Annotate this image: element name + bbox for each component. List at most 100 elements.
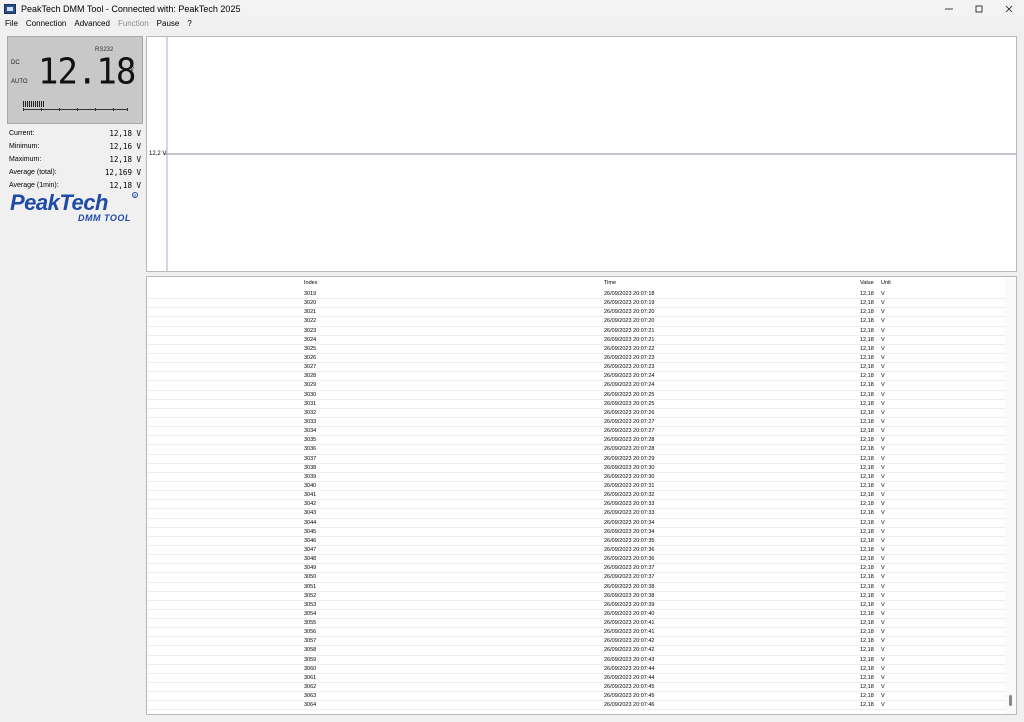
logo-sub-text: DMM TOOL	[78, 213, 131, 223]
cell-unit: V	[881, 629, 885, 636]
table-row[interactable]: 3060 26/09/2023 20:07:44 12,18 V	[147, 665, 1007, 674]
table-row[interactable]: 3029 26/09/2023 20:07:24 12,18 V	[147, 381, 1007, 391]
table-row[interactable]: 3048 26/09/2023 20:07:36 12,18 V	[147, 555, 1007, 565]
table-row[interactable]: 3064 26/09/2023 20:07:46 12,18 V	[147, 701, 1007, 711]
cell-value: 12,18	[860, 446, 874, 453]
table-row[interactable]: 3050 26/09/2023 20:07:37 12,18 V	[147, 573, 1007, 583]
table-row[interactable]: 3026 26/09/2023 20:07:23 12,18 V	[147, 354, 1007, 364]
y-tick-label: 12,2 V	[149, 151, 167, 157]
cell-index: 3047	[304, 546, 317, 553]
stat-label: Average (1min):	[9, 182, 59, 189]
table-row[interactable]: 3036 26/09/2023 20:07:28 12,18 V	[147, 445, 1007, 455]
table-row[interactable]: 3037 26/09/2023 20:07:29 12,18 V	[147, 455, 1007, 464]
table-row[interactable]: 3032 26/09/2023 20:07:26 12,18 V	[147, 409, 1007, 418]
table-row[interactable]: 3019 26/09/2023 20:07:18 12,18 V	[147, 290, 1007, 300]
cell-index: 3049	[304, 565, 317, 572]
header-index[interactable]: Index	[304, 280, 317, 286]
table-row[interactable]: 3058 26/09/2023 20:07:42 12,18 V	[147, 646, 1007, 656]
stat-label: Maximum:	[9, 156, 42, 163]
table-row[interactable]: 3031 26/09/2023 20:07:25 12,18 V	[147, 400, 1007, 409]
table-row[interactable]: 3051 26/09/2023 20:07:38 12,18 V	[147, 583, 1007, 592]
table-row[interactable]: 3028 26/09/2023 20:07:24 12,18 V	[147, 372, 1007, 382]
cell-unit: V	[881, 537, 885, 544]
cell-time: 26/09/2023 20:07:27	[604, 418, 655, 425]
minimize-button[interactable]	[934, 0, 964, 17]
table-row[interactable]: 3042 26/09/2023 20:07:33 12,18 V	[147, 500, 1007, 510]
cell-index: 3058	[304, 647, 317, 654]
cell-index: 3033	[304, 418, 317, 425]
table-row[interactable]: 3056 26/09/2023 20:07:41 12,18 V	[147, 628, 1007, 638]
stat-label: Current:	[9, 130, 35, 137]
table-row[interactable]: 3030 26/09/2023 20:07:25 12,18 V	[147, 391, 1007, 400]
header-time[interactable]: Time	[604, 280, 616, 286]
menu-pause[interactable]: Pause	[154, 19, 183, 28]
cell-value: 12,18	[860, 638, 874, 645]
cell-unit: V	[881, 592, 885, 599]
table-row[interactable]: 3045 26/09/2023 20:07:34 12,18 V	[147, 528, 1007, 537]
table-row[interactable]: 3059 26/09/2023 20:07:43 12,18 V	[147, 656, 1007, 665]
minimize-icon	[945, 8, 953, 9]
maximize-button[interactable]	[964, 0, 994, 17]
menu-help[interactable]: ?	[184, 19, 194, 28]
cell-unit: V	[881, 455, 885, 462]
table-row[interactable]: 3039 26/09/2023 20:07:30 12,18 V	[147, 473, 1007, 482]
cell-time: 26/09/2023 20:07:21	[604, 327, 655, 334]
table-row[interactable]: 3047 26/09/2023 20:07:36 12,18 V	[147, 546, 1007, 556]
cell-value: 12,18	[860, 601, 874, 608]
cell-value: 12,18	[860, 364, 874, 371]
table-row[interactable]: 3057 26/09/2023 20:07:42 12,18 V	[147, 637, 1007, 647]
cell-unit: V	[881, 418, 885, 425]
table-row[interactable]: 3054 26/09/2023 20:07:40 12,18 V	[147, 610, 1007, 620]
table-row[interactable]: 3025 26/09/2023 20:07:22 12,18 V	[147, 345, 1007, 354]
cell-value: 12,18	[860, 629, 874, 636]
cell-unit: V	[881, 638, 885, 645]
cell-index: 3043	[304, 510, 317, 517]
cell-index: 3041	[304, 492, 317, 499]
table-row[interactable]: 3024 26/09/2023 20:07:21 12,18 V	[147, 336, 1007, 345]
table-row[interactable]: 3041 26/09/2023 20:07:32 12,18 V	[147, 491, 1007, 501]
table-row[interactable]: 3061 26/09/2023 20:07:44 12,18 V	[147, 674, 1007, 684]
cell-time: 26/09/2023 20:07:28	[604, 437, 655, 444]
cell-index: 3051	[304, 583, 317, 590]
menu-advanced[interactable]: Advanced	[71, 19, 113, 28]
menu-function[interactable]: Function	[115, 19, 152, 28]
table-row[interactable]: 3063 26/09/2023 20:07:45 12,18 V	[147, 692, 1007, 702]
table-row[interactable]: 3044 26/09/2023 20:07:34 12,18 V	[147, 519, 1007, 528]
cell-index: 3031	[304, 400, 317, 407]
menu-file[interactable]: File	[2, 19, 21, 28]
cell-value: 12,18	[860, 354, 874, 361]
scrollbar-thumb[interactable]	[1009, 695, 1012, 706]
table-row[interactable]: 3035 26/09/2023 20:07:28 12,18 V	[147, 436, 1007, 446]
table-row[interactable]: 3034 26/09/2023 20:07:27 12,18 V	[147, 427, 1007, 437]
cell-unit: V	[881, 446, 885, 453]
menu-connection[interactable]: Connection	[23, 19, 69, 28]
table-row[interactable]: 3040 26/09/2023 20:07:31 12,18 V	[147, 482, 1007, 492]
header-unit[interactable]: Unit	[881, 280, 891, 286]
vertical-scrollbar[interactable]	[1005, 277, 1016, 714]
cell-time: 26/09/2023 20:07:26	[604, 409, 655, 416]
close-button[interactable]	[994, 0, 1024, 17]
table-row[interactable]: 3033 26/09/2023 20:07:27 12,18 V	[147, 418, 1007, 428]
cell-value: 12,18	[860, 455, 874, 462]
table-row[interactable]: 3043 26/09/2023 20:07:33 12,18 V	[147, 509, 1007, 519]
table-row[interactable]: 3038 26/09/2023 20:07:30 12,18 V	[147, 464, 1007, 473]
table-row[interactable]: 3022 26/09/2023 20:07:20 12,18 V	[147, 317, 1007, 327]
cell-unit: V	[881, 464, 885, 471]
table-row[interactable]: 3052 26/09/2023 20:07:38 12,18 V	[147, 592, 1007, 601]
cell-value: 12,18	[860, 391, 874, 398]
stat-current: Current: 12,18 V	[9, 127, 141, 140]
table-row[interactable]: 3053 26/09/2023 20:07:39 12,18 V	[147, 601, 1007, 610]
cell-value: 12,18	[860, 318, 874, 325]
table-row[interactable]: 3021 26/09/2023 20:07:20 12,18 V	[147, 308, 1007, 318]
table-row[interactable]: 3062 26/09/2023 20:07:45 12,18 V	[147, 683, 1007, 693]
header-value[interactable]: Value	[860, 280, 874, 286]
table-row[interactable]: 3027 26/09/2023 20:07:23 12,18 V	[147, 363, 1007, 373]
table-row[interactable]: 3055 26/09/2023 20:07:41 12,18 V	[147, 619, 1007, 629]
table-row[interactable]: 3020 26/09/2023 20:07:19 12,18 V	[147, 299, 1007, 309]
cell-index: 3063	[304, 693, 317, 700]
cell-unit: V	[881, 345, 885, 352]
table-row[interactable]: 3049 26/09/2023 20:07:37 12,18 V	[147, 564, 1007, 574]
table-row[interactable]: 3023 26/09/2023 20:07:21 12,18 V	[147, 327, 1007, 336]
cell-index: 3026	[304, 354, 317, 361]
table-row[interactable]: 3046 26/09/2023 20:07:35 12,18 V	[147, 537, 1007, 546]
